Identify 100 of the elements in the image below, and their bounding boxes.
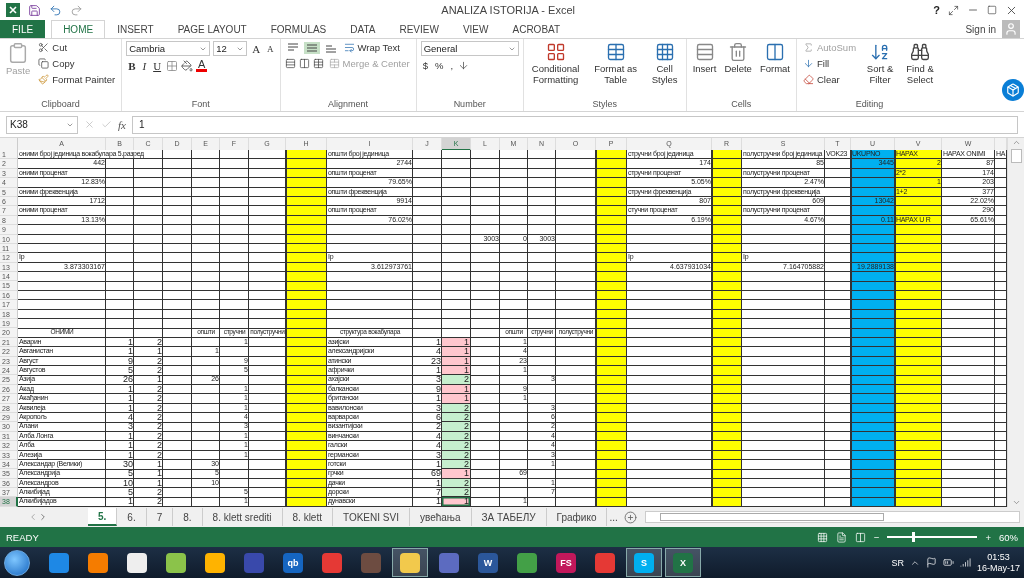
table-cell[interactable]: 26 (106, 375, 134, 385)
table-cell[interactable]: 2 (134, 488, 163, 498)
table-cell[interactable]: 7 (413, 488, 442, 498)
table-cell[interactable]: 2 (442, 441, 471, 451)
formula-field[interactable]: 1 (131, 115, 1018, 134)
table-cell[interactable]: 1 (106, 450, 134, 460)
table-cell[interactable]: 1 (134, 459, 163, 470)
table-cell[interactable]: 1 (106, 394, 134, 404)
vertical-align-button[interactable] (303, 41, 320, 54)
table-cell[interactable]: 1 (442, 394, 471, 404)
vertical-scrollbar[interactable] (1007, 138, 1024, 507)
table-cell[interactable]: 1 (413, 366, 442, 376)
font-name-field[interactable]: Cambria (126, 41, 211, 56)
zoom-out-button[interactable]: − (873, 531, 880, 543)
table-cell[interactable]: 6 (413, 412, 442, 423)
language-indicator[interactable]: SR (891, 557, 904, 568)
help-button[interactable]: ? (933, 4, 940, 16)
table-cell[interactable]: 4 (413, 347, 442, 357)
delete-button[interactable]: Delete (722, 41, 754, 75)
taskbar-button[interactable]: FS (548, 548, 584, 577)
taskbar-button[interactable] (392, 548, 428, 577)
table-cell[interactable]: 4 (413, 431, 442, 442)
format-painter-button[interactable]: Format Painter (36, 73, 118, 86)
sheet-tab[interactable]: 8. klett (282, 508, 333, 526)
signal-icon[interactable] (959, 557, 971, 568)
table-cell[interactable]: 1 (134, 375, 163, 385)
sheet-tab[interactable]: 8. klett srediti (202, 508, 283, 526)
table-cell[interactable]: 2 (134, 431, 163, 442)
table-cell[interactable]: 2 (134, 497, 163, 507)
currency-button[interactable]: $ (420, 59, 430, 72)
table-cell[interactable]: 1 (106, 497, 134, 507)
table-cell[interactable]: 1 (413, 459, 442, 470)
next-sheet-icon[interactable] (38, 512, 48, 522)
undo-icon[interactable] (49, 3, 62, 17)
grow-font-button[interactable]: A (250, 42, 263, 55)
table-cell[interactable]: 2 (442, 422, 471, 432)
table-cell[interactable]: 2 (413, 422, 442, 432)
sign-in-link[interactable]: Sign in (965, 23, 996, 35)
number-format-field[interactable]: General (420, 41, 519, 56)
clock[interactable]: 01:53 16-May-17 (976, 551, 1020, 574)
add-sheet-icon[interactable] (623, 510, 637, 524)
comma-button[interactable]: , (448, 59, 456, 72)
table-cell[interactable]: 1 (106, 347, 134, 357)
table-cell[interactable]: 9 (106, 356, 134, 366)
table-cell[interactable]: 2 (134, 441, 163, 451)
cell-styles-button[interactable]: Cell Styles (647, 41, 682, 86)
table-cell[interactable]: 3 (413, 375, 442, 385)
clear-button[interactable]: Clear (800, 73, 859, 86)
table-cell[interactable]: 1 (106, 384, 134, 395)
scroll-thumb[interactable] (1010, 149, 1022, 163)
conditional-formatting-button[interactable]: Conditional Formatting (527, 41, 584, 86)
save-icon[interactable] (28, 3, 41, 17)
borders-icon[interactable] (166, 59, 179, 72)
scroll-down-icon[interactable] (1011, 498, 1021, 507)
font-color-button[interactable]: A (196, 59, 208, 72)
horizontal-scrollbar[interactable] (644, 511, 1020, 523)
table-cell[interactable]: 2 (134, 337, 163, 348)
page-layout-icon[interactable] (835, 531, 847, 543)
table-cell[interactable]: 2 (134, 356, 163, 366)
percent-button[interactable]: % (432, 59, 446, 72)
battery-icon[interactable] (942, 557, 954, 568)
maximize-icon[interactable] (987, 5, 997, 15)
table-cell[interactable]: 1 (442, 469, 471, 479)
table-cell[interactable]: 4 (106, 412, 134, 423)
find-select-button[interactable]: Find & Select (902, 41, 939, 86)
cut-button[interactable]: Cut (36, 41, 118, 54)
copy-button[interactable]: Copy (36, 57, 118, 70)
table-cell[interactable]: 10 (106, 478, 134, 489)
insert-function-button[interactable]: fx (118, 118, 126, 131)
table-cell[interactable]: 23 (413, 356, 442, 366)
table-cell[interactable]: 3 (106, 422, 134, 432)
sheet-tab[interactable]: 6. (117, 508, 147, 526)
zoom-in-button[interactable]: + (985, 531, 991, 543)
start-button[interactable] (4, 549, 30, 576)
taskbar-button[interactable]: qb (275, 548, 311, 577)
flag-icon[interactable] (925, 557, 937, 568)
name-box[interactable]: K38 (6, 115, 78, 134)
table-cell[interactable]: 3 (413, 403, 442, 413)
zoom-level[interactable]: 60% (999, 531, 1018, 543)
slider-thumb[interactable] (911, 532, 915, 542)
sheet-tab[interactable]: 8. (173, 508, 203, 526)
table-cell[interactable]: 2 (134, 412, 163, 423)
table-cell[interactable]: 4 (413, 441, 442, 451)
insert-button[interactable]: Insert (690, 41, 719, 75)
page-break-icon[interactable] (854, 531, 866, 543)
table-cell[interactable]: 3 (413, 450, 442, 460)
bold-button[interactable]: B (126, 59, 138, 72)
sheet-tab[interactable]: увећања (409, 508, 472, 526)
table-cell[interactable]: 2 (134, 422, 163, 432)
wrap-text-button[interactable]: Wrap Text (341, 41, 402, 54)
table-cell[interactable]: 1 (413, 478, 442, 489)
ribbon-display-icon[interactable] (948, 4, 959, 16)
table-cell[interactable]: 1 (413, 394, 442, 404)
sheet-tab[interactable]: 7 (146, 508, 174, 526)
table-cell[interactable]: 1 (442, 497, 471, 507)
table-cell[interactable]: 1 (413, 337, 442, 348)
table-cell[interactable]: 2 (442, 403, 471, 413)
table-cell[interactable]: 5 (106, 469, 134, 479)
ribbon-tab[interactable]: FILE (0, 20, 46, 38)
table-cell[interactable]: 9 (413, 384, 442, 395)
